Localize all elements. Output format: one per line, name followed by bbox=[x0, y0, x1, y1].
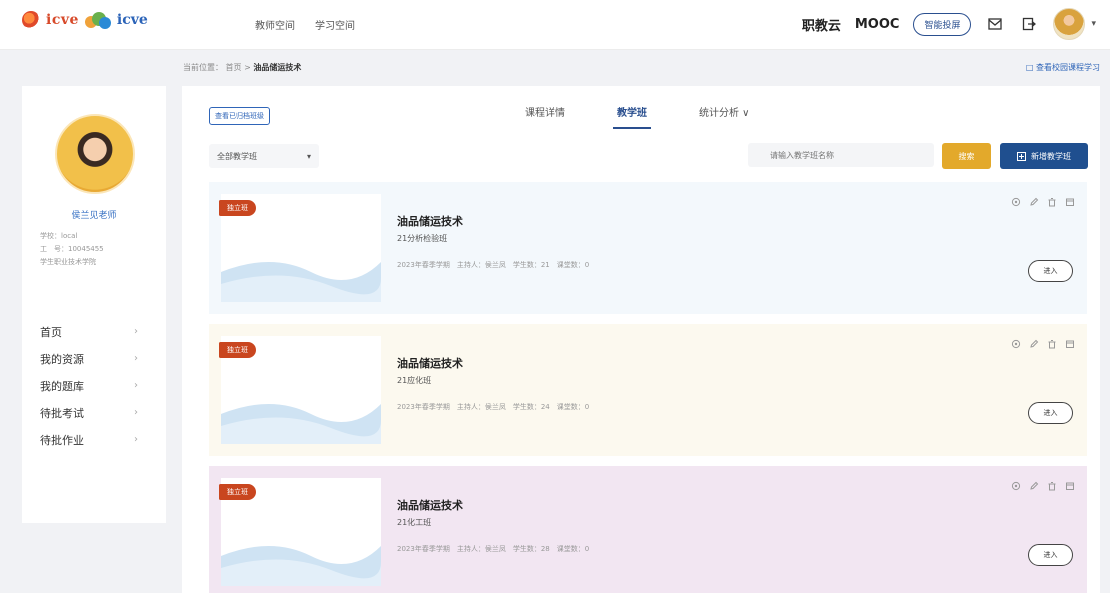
sidebar-item-label: 首页 bbox=[40, 325, 62, 339]
enter-class-button[interactable]: 进入 bbox=[1028, 260, 1073, 282]
icve-logo-text: icve bbox=[46, 12, 79, 28]
chevron-right-icon: › bbox=[134, 326, 138, 337]
archive-icon[interactable] bbox=[1065, 481, 1075, 491]
edit-icon[interactable] bbox=[1029, 197, 1039, 207]
sidebar-item-label: 我的题库 bbox=[40, 379, 84, 393]
top-right-tools: 职教云 MOOC 智能投屏 ▾ bbox=[802, 8, 1096, 40]
search-input[interactable] bbox=[748, 143, 934, 167]
card-actions bbox=[1011, 481, 1075, 491]
sidebar-item-resources[interactable]: 我的资源 › bbox=[22, 345, 166, 372]
sidebar-item-label: 我的资源 bbox=[40, 352, 84, 366]
card-actions bbox=[1011, 197, 1075, 207]
delete-icon[interactable] bbox=[1047, 339, 1057, 349]
chevron-right-icon: › bbox=[134, 434, 138, 445]
chevron-right-icon: › bbox=[134, 380, 138, 391]
class-name: 21分析检验班 bbox=[397, 234, 448, 243]
search-button[interactable]: 搜索 bbox=[942, 143, 991, 169]
sidebar-item-homework[interactable]: 待批作业 › bbox=[22, 426, 166, 453]
settings-icon[interactable] bbox=[1011, 339, 1021, 349]
nav-teacher-space[interactable]: 教师空间 bbox=[255, 17, 295, 32]
archive-icon[interactable] bbox=[1065, 197, 1075, 207]
breadcrumb: 当前位置： 首页 > 油品储运技术 bbox=[183, 62, 301, 73]
view-campus-course-link[interactable]: □ 查看校园课程学习 bbox=[1026, 62, 1100, 73]
class-filter-select[interactable]: 全部教学班 ▾ bbox=[209, 144, 319, 168]
add-icon bbox=[1017, 151, 1026, 161]
independent-class-badge: 独立班 bbox=[219, 484, 256, 500]
breadcrumb-current: 油品储运技术 bbox=[253, 63, 302, 72]
card-actions bbox=[1011, 339, 1075, 349]
class-name: 21化工班 bbox=[397, 518, 432, 527]
tab-statistics[interactable]: 统计分析 ∨ bbox=[699, 104, 750, 119]
tab-bar: 课程详情 教学班 统计分析 ∨ bbox=[525, 104, 750, 129]
chevron-down-icon[interactable]: ▾ bbox=[1091, 19, 1096, 29]
course-title[interactable]: 油品储运技术 bbox=[397, 497, 463, 513]
teacher-name[interactable]: 侯兰见老师 bbox=[22, 208, 166, 221]
smart-cast-button[interactable]: 智能投屏 bbox=[913, 12, 972, 36]
class-card[interactable]: 独立班 油品储运技术 21分析检验班 2023年春季学期 主持人：侯兰凤 学生数… bbox=[209, 182, 1087, 314]
delete-icon[interactable] bbox=[1047, 197, 1057, 207]
breadcrumb-prefix[interactable]: 当前位置： 首页 > bbox=[183, 63, 251, 72]
enter-class-button[interactable]: 进入 bbox=[1028, 544, 1073, 566]
sidebar-item-label: 待批考试 bbox=[40, 406, 84, 420]
class-filter-value: 全部教学班 bbox=[217, 151, 257, 161]
icve-logo-icon bbox=[22, 11, 40, 29]
sidebar-menu: 首页 › 我的资源 › 我的题库 › 待批考试 › 待批作业 › bbox=[22, 318, 166, 453]
tab-teaching-class[interactable]: 教学班 bbox=[613, 104, 651, 129]
icve-logo-text-2: icve bbox=[116, 12, 148, 28]
sidebar-item-question-bank[interactable]: 我的题库 › bbox=[22, 372, 166, 399]
logo[interactable]: icve icve bbox=[22, 11, 148, 29]
independent-class-badge: 独立班 bbox=[219, 342, 256, 358]
teacher-info-college: 学生职业技术学院 bbox=[40, 258, 96, 266]
add-class-label: 新增教学班 bbox=[1031, 151, 1071, 161]
enter-class-button[interactable]: 进入 bbox=[1028, 402, 1073, 424]
top-header: icve icve 教师空间 学习空间 职教云 MOOC 智能投屏 ▾ bbox=[0, 0, 1110, 50]
archive-icon[interactable] bbox=[1065, 339, 1075, 349]
tab-course-details[interactable]: 课程详情 bbox=[525, 104, 565, 119]
add-class-button[interactable]: 新增教学班 bbox=[1000, 143, 1088, 169]
independent-class-badge: 独立班 bbox=[219, 200, 256, 216]
main-panel: 查看已归档班级 课程详情 教学班 统计分析 ∨ 全部教学班 ▾ 搜索 新增教学班… bbox=[182, 86, 1100, 593]
caret-down-icon: ▾ bbox=[306, 151, 311, 161]
class-card[interactable]: 独立班 油品储运技术 21化工班 2023年春季学期 主持人：侯兰凤 学生数：2… bbox=[209, 466, 1087, 593]
settings-icon[interactable] bbox=[1011, 481, 1021, 491]
chevron-right-icon: › bbox=[134, 353, 138, 364]
edit-icon[interactable] bbox=[1029, 481, 1039, 491]
course-title[interactable]: 油品储运技术 bbox=[397, 213, 463, 229]
class-meta: 2023年春季学期 主持人：侯兰凤 学生数：24 课堂数：0 bbox=[397, 403, 590, 411]
sidebar: 侯兰见老师 学校：local 工 号：10045455 学生职业技术学院 首页 ›… bbox=[22, 86, 166, 523]
user-avatar[interactable] bbox=[1053, 8, 1086, 40]
cloud-logo-icon bbox=[84, 11, 111, 29]
class-meta: 2023年春季学期 主持人：侯兰凤 学生数：21 课堂数：0 bbox=[397, 261, 590, 269]
sidebar-item-home[interactable]: 首页 › bbox=[22, 318, 166, 345]
view-archived-button[interactable]: 查看已归档班级 bbox=[209, 107, 270, 125]
chevron-right-icon: › bbox=[134, 407, 138, 418]
mail-icon[interactable] bbox=[985, 14, 1005, 34]
class-meta: 2023年春季学期 主持人：侯兰凤 学生数：28 课堂数：0 bbox=[397, 545, 590, 553]
sidebar-item-exams[interactable]: 待批考试 › bbox=[22, 399, 166, 426]
teacher-avatar bbox=[55, 114, 135, 194]
course-title[interactable]: 油品储运技术 bbox=[397, 355, 463, 371]
class-name: 21应化班 bbox=[397, 376, 432, 385]
zhijiaoyun-link[interactable]: 职教云 bbox=[802, 15, 841, 34]
nav-learning-space[interactable]: 学习空间 bbox=[315, 17, 355, 32]
delete-icon[interactable] bbox=[1047, 481, 1057, 491]
top-nav: 教师空间 学习空间 bbox=[255, 17, 355, 32]
settings-icon[interactable] bbox=[1011, 197, 1021, 207]
teacher-info-school: 学校：local bbox=[40, 232, 78, 240]
teacher-info-id: 工 号：10045455 bbox=[40, 245, 104, 253]
logout-icon[interactable] bbox=[1019, 14, 1039, 34]
class-card[interactable]: 独立班 油品储运技术 21应化班 2023年春季学期 主持人：侯兰凤 学生数：2… bbox=[209, 324, 1087, 456]
sidebar-item-label: 待批作业 bbox=[40, 433, 84, 447]
mooc-link[interactable]: MOOC bbox=[855, 17, 900, 32]
edit-icon[interactable] bbox=[1029, 339, 1039, 349]
